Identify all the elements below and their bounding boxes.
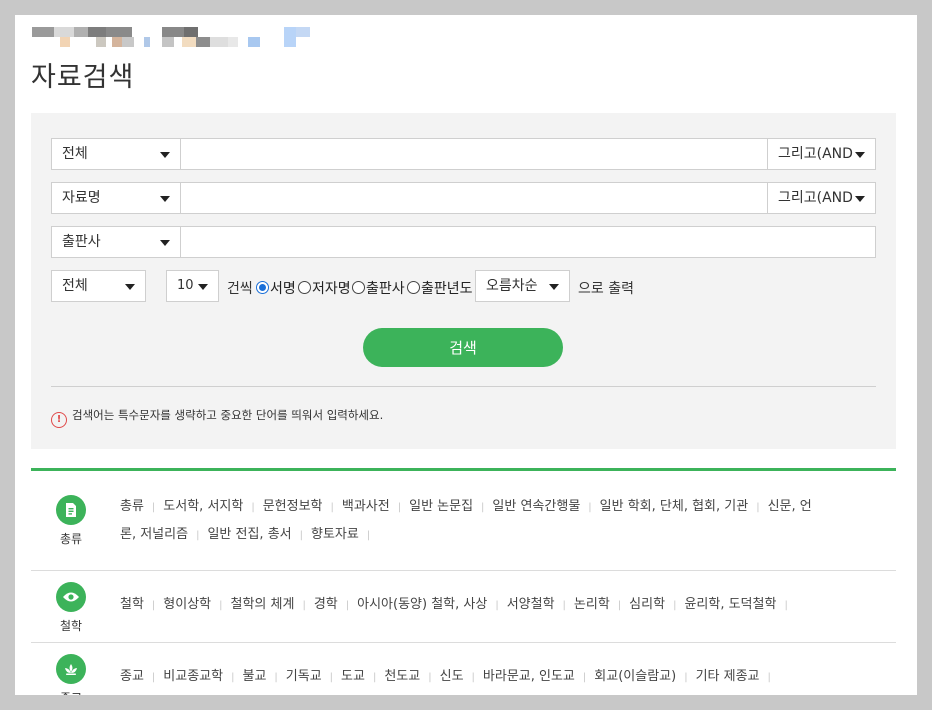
order-select[interactable]: 오름차순: [475, 270, 570, 302]
category-link[interactable]: 일반 전집, 총서: [207, 527, 291, 542]
category-links: 종교 | 비교종교학 | 불교 | 기독교 | 도교 | 천도교 | 신도 | 바라문교, 인도교 | 회교(이…: [120, 669, 771, 684]
category-link[interactable]: 향토자료: [311, 527, 359, 542]
sort-radio-publisher[interactable]: 출판사: [352, 278, 405, 298]
category-link[interactable]: 일반 논문집: [409, 499, 473, 514]
category-link[interactable]: 철학: [120, 597, 144, 612]
category-link[interactable]: 일반 학회, 단체, 협회, 기관: [600, 499, 749, 514]
caret-down-icon: [125, 284, 135, 290]
keyword-input-3[interactable]: [180, 226, 876, 258]
sort-radio-title[interactable]: 서명: [256, 278, 296, 298]
count-select-value: 10: [177, 278, 194, 293]
category-link[interactable]: 윤리학, 도덕철학: [684, 597, 776, 612]
category-link[interactable]: 신도: [440, 669, 464, 684]
category-link[interactable]: 아시아(동양) 철학, 사상: [357, 597, 487, 612]
warning-icon: !: [51, 412, 67, 428]
category-badge: 종교: [53, 654, 89, 695]
page: 자료검색 전체 그리고(AND 자료명 그리고(AND 출판사 전체 10 건씩…: [15, 15, 917, 695]
logic-select-value: 그리고(AND: [778, 146, 853, 162]
search-notice: ! 검색어는 특수문자를 생략하고 중요한 단어를 띄워서 입력하세요.: [51, 407, 383, 428]
eye-icon: [56, 582, 86, 612]
sort-radio-author[interactable]: 저자명: [298, 278, 351, 298]
category-link[interactable]: 도서학, 서지학: [163, 499, 243, 514]
radio-unchecked-icon: [407, 281, 420, 294]
field-select-value: 출판사: [62, 234, 101, 250]
caret-down-icon: [855, 196, 865, 202]
field-select-value: 자료명: [62, 190, 101, 206]
category-religion: 종교 종교|비교종교학|불교|기독교|도교|천도교|신도|바라문교, 인도교|회…: [31, 643, 896, 695]
logic-select-value: 그리고(AND: [778, 190, 853, 206]
category-link[interactable]: 철학의 체계: [231, 597, 295, 612]
caret-down-icon: [549, 284, 559, 290]
category-link[interactable]: 바라문교, 인도교: [483, 669, 575, 684]
lotus-icon: [56, 654, 86, 684]
field-select-3[interactable]: 출판사: [51, 226, 181, 258]
document-icon: [56, 495, 86, 525]
count-select[interactable]: 10: [166, 270, 219, 302]
page-title: 자료검색: [31, 62, 135, 93]
keyword-input-1[interactable]: [180, 138, 768, 170]
radio-label: 서명: [270, 281, 296, 297]
category-link[interactable]: 천도교: [384, 669, 420, 684]
category-link[interactable]: 종교: [120, 669, 144, 684]
radio-unchecked-icon: [298, 281, 311, 294]
options-row: 전체 10 건씩 서명 저자명 출판사 출판년도 오름차순 으로 출력: [51, 270, 891, 304]
scope-select-value: 전체: [62, 278, 88, 294]
category-link[interactable]: 논리학: [574, 597, 610, 612]
caret-down-icon: [198, 284, 208, 290]
scope-select[interactable]: 전체: [51, 270, 146, 302]
category-link[interactable]: 일반 연속간행물: [492, 499, 580, 514]
category-link[interactable]: 비교종교학: [163, 669, 223, 684]
search-row-2: 자료명 그리고(AND: [51, 182, 876, 216]
logic-select-2[interactable]: 그리고(AND: [767, 182, 876, 214]
category-philosophy: 철학 철학 | 형이상학 | 철학의 체계 | 경학 | 아시아(동양) 철학, 사상 | 서양철학…: [31, 571, 896, 643]
sort-radio-year[interactable]: 출판년도: [407, 278, 473, 298]
category-label: 종교: [53, 689, 89, 695]
category-link[interactable]: 문헌정보학: [263, 499, 323, 514]
category-link[interactable]: 총류: [120, 499, 144, 514]
radio-unchecked-icon: [352, 281, 365, 294]
order-select-value: 오름차순: [486, 278, 538, 294]
category-links: 총류 | 도서학, 서지학 | 문헌정보학 | 백과사전 | 일반 논문집 | 일반 연속간행물 | 일…: [120, 499, 812, 542]
category-link[interactable]: 심리학: [629, 597, 665, 612]
category-link[interactable]: 서양철학: [507, 597, 555, 612]
count-suffix-label: 건씩: [227, 281, 253, 297]
category-link[interactable]: 백과사전: [342, 499, 390, 514]
category-links: 철학 | 형이상학 | 철학의 체계 | 경학 | 아시아(동양) 철학, 사상 | 서양철학 | 논리…: [120, 597, 788, 612]
field-select-1[interactable]: 전체: [51, 138, 181, 170]
category-badge: 총류: [53, 495, 89, 547]
category-link[interactable]: 기타 제종교: [696, 669, 760, 684]
category-link[interactable]: 회교(이슬람교): [594, 669, 676, 684]
field-select-2[interactable]: 자료명: [51, 182, 181, 214]
search-row-3: 출판사: [51, 226, 876, 260]
radio-checked-icon: [256, 281, 269, 294]
category-link[interactable]: 도교: [341, 669, 365, 684]
category-label: 총류: [59, 532, 83, 546]
divider: [51, 386, 876, 387]
caret-down-icon: [160, 152, 170, 158]
radio-label: 출판사: [366, 281, 405, 297]
category-general: 총류 총류 | 도서학, 서지학 | 문헌정보학 | 백과사전 | 일반 논문집 | 일반 연속간행…: [31, 471, 896, 571]
category-badge: 철학: [53, 582, 89, 634]
output-suffix-label: 으로 출력: [578, 281, 634, 297]
search-row-1: 전체 그리고(AND: [51, 138, 876, 172]
caret-down-icon: [160, 240, 170, 246]
search-panel: 전체 그리고(AND 자료명 그리고(AND 출판사 전체 10 건씩 서명 저…: [31, 113, 896, 449]
caret-down-icon: [160, 196, 170, 202]
category-link[interactable]: 기독교: [286, 669, 322, 684]
radio-label: 저자명: [312, 281, 351, 297]
category-link[interactable]: 형이상학: [163, 597, 211, 612]
radio-label: 출판년도: [421, 281, 473, 297]
site-logo[interactable]: [32, 27, 317, 49]
category-link[interactable]: 경학: [314, 597, 338, 612]
logic-select-1[interactable]: 그리고(AND: [767, 138, 876, 170]
caret-down-icon: [855, 152, 865, 158]
notice-text: 검색어는 특수문자를 생략하고 중요한 단어를 띄워서 입력하세요.: [72, 408, 384, 422]
keyword-input-2[interactable]: [180, 182, 768, 214]
category-link[interactable]: 불교: [242, 669, 266, 684]
category-label: 철학: [59, 619, 83, 633]
search-button[interactable]: 검색: [363, 328, 563, 367]
field-select-value: 전체: [62, 146, 88, 162]
